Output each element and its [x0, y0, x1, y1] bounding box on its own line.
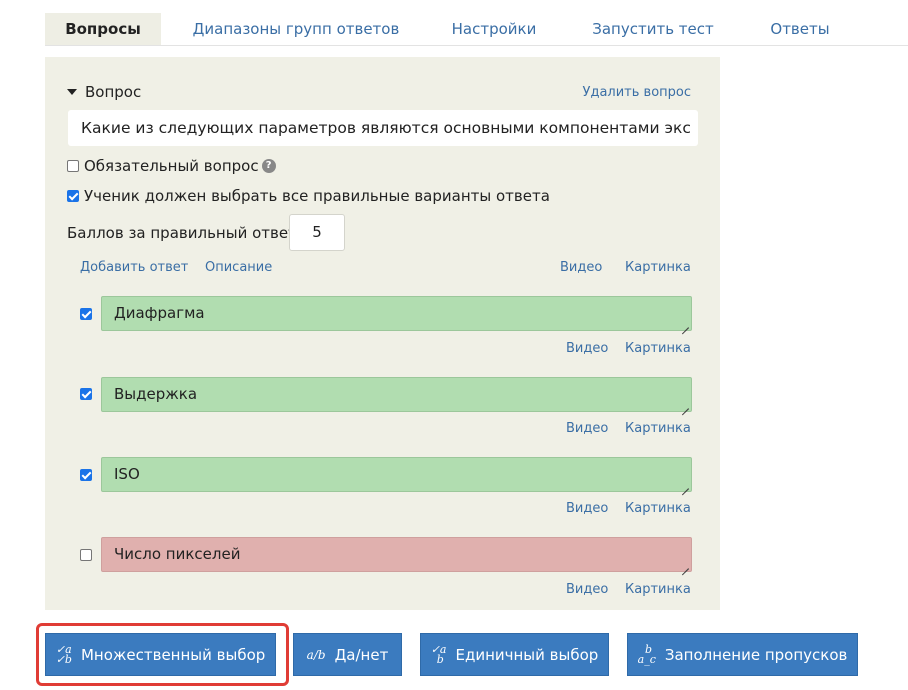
resize-handle-icon[interactable]	[680, 560, 689, 569]
yes-no-button[interactable]: a/b Да/нет	[293, 633, 402, 676]
answer-picture-link[interactable]: Картинка	[625, 421, 691, 436]
answer-checkbox[interactable]	[80, 549, 92, 561]
required-row: Обязательный вопрос ?	[67, 157, 276, 175]
tab-answers[interactable]: Ответы	[755, 13, 845, 45]
delete-question-link[interactable]: Удалить вопрос	[583, 85, 691, 100]
selected-type-highlight	[36, 623, 289, 686]
fill-blanks-label: Заполнение пропусков	[664, 645, 848, 664]
single-choice-label: Единичный выбор	[455, 645, 599, 664]
score-input[interactable]: 5	[289, 214, 345, 251]
answer-picture-link[interactable]: Картинка	[625, 341, 691, 356]
required-label: Обязательный вопрос	[84, 157, 259, 175]
answer-text: ISO	[114, 465, 140, 483]
single-choice-button[interactable]: ✓a b Единичный выбор	[420, 633, 609, 676]
tab-run-test[interactable]: Запустить тест	[583, 13, 723, 45]
all-correct-checkbox[interactable]	[67, 190, 79, 202]
question-video-link[interactable]: Видео	[560, 260, 602, 275]
fill-blanks-button[interactable]: b a_c Заполнение пропусков	[627, 633, 858, 676]
description-link[interactable]: Описание	[205, 260, 272, 275]
answer-field[interactable]: Выдержка	[101, 377, 692, 412]
answer-checkbox[interactable]	[80, 388, 92, 400]
answer-field[interactable]: Диафрагма	[101, 296, 692, 331]
answer-video-link[interactable]: Видео	[566, 501, 608, 516]
answer-video-link[interactable]: Видео	[566, 582, 608, 597]
answer-text: Число пикселей	[114, 545, 241, 563]
caret-down-icon[interactable]	[67, 89, 77, 95]
answer-video-link[interactable]: Видео	[566, 341, 608, 356]
resize-handle-icon[interactable]	[680, 480, 689, 489]
answer-picture-link[interactable]: Картинка	[625, 501, 691, 516]
score-label: Баллов за правильный ответ:	[67, 224, 302, 242]
answer-field[interactable]: Число пикселей	[101, 537, 692, 572]
answer-field[interactable]: ISO	[101, 457, 692, 492]
question-text-input[interactable]: Какие из следующих параметров являются о…	[68, 110, 698, 146]
yes-no-label: Да/нет	[334, 645, 389, 664]
tab-settings[interactable]: Настройки	[435, 13, 553, 45]
answer-checkbox[interactable]	[80, 469, 92, 481]
answer-picture-link[interactable]: Картинка	[625, 582, 691, 597]
single-choice-icon: ✓a b	[430, 642, 447, 666]
question-header-label: Вопрос	[85, 83, 142, 101]
answer-text: Диафрагма	[114, 304, 205, 322]
question-header[interactable]: Вопрос	[67, 83, 141, 101]
add-answer-link[interactable]: Добавить ответ	[80, 260, 188, 275]
resize-handle-icon[interactable]	[680, 319, 689, 328]
yes-no-icon: a/b	[306, 647, 326, 662]
answer-text: Выдержка	[114, 385, 198, 403]
tab-bar: Вопросы Диапазоны групп ответов Настройк…	[45, 13, 908, 46]
all-correct-label: Ученик должен выбрать все правильные вар…	[84, 187, 550, 205]
answer-checkbox[interactable]	[80, 308, 92, 320]
tab-questions[interactable]: Вопросы	[45, 13, 161, 45]
question-picture-link[interactable]: Картинка	[625, 260, 691, 275]
question-circle-icon[interactable]: ?	[261, 159, 276, 173]
all-correct-row: Ученик должен выбрать все правильные вар…	[67, 187, 550, 205]
fill-blanks-icon: b a_c	[637, 642, 656, 666]
question-panel: Вопрос Удалить вопрос Какие из следующих…	[45, 57, 720, 610]
answer-video-link[interactable]: Видео	[566, 421, 608, 436]
tab-answer-ranges[interactable]: Диапазоны групп ответов	[185, 13, 407, 45]
required-checkbox[interactable]	[67, 160, 79, 172]
resize-handle-icon[interactable]	[680, 400, 689, 409]
